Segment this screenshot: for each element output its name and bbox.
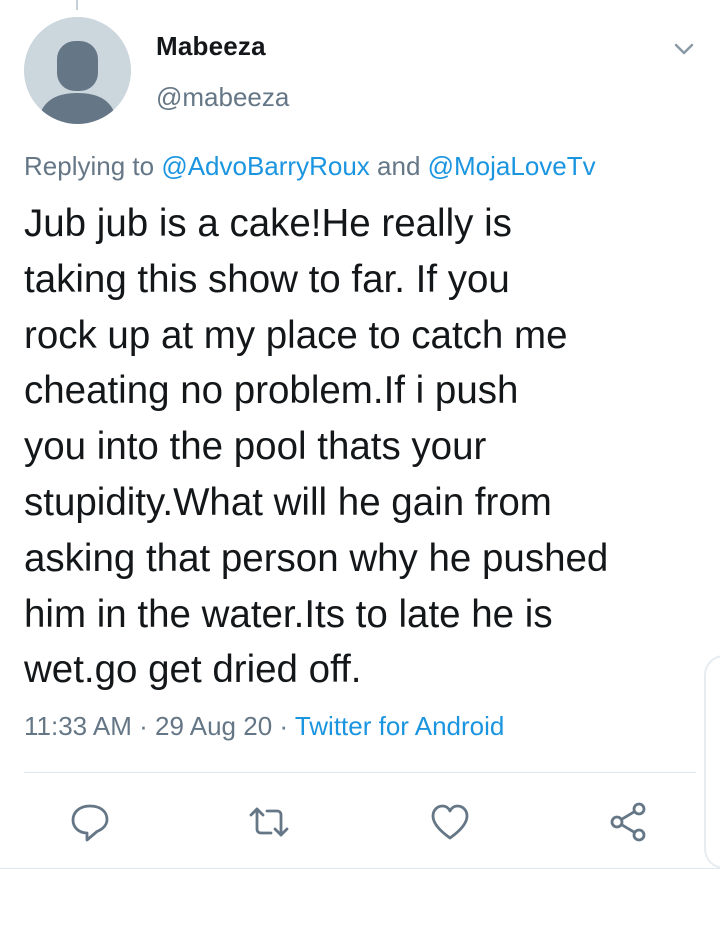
- meta-separator: ·: [272, 711, 295, 741]
- heart-icon: [431, 804, 469, 840]
- tweet-source-link[interactable]: Twitter for Android: [295, 711, 505, 741]
- display-name[interactable]: Mabeeza: [156, 31, 266, 62]
- meta-separator: ·: [131, 711, 156, 741]
- retweet-button[interactable]: [247, 800, 291, 844]
- retweet-icon: [249, 807, 289, 837]
- default-profile-icon: [24, 17, 131, 124]
- tweet-text-line: rock up at my place to catch me: [24, 313, 568, 357]
- share-button[interactable]: [607, 800, 651, 844]
- replying-to-label: Replying to: [24, 151, 162, 181]
- reply-icon: [71, 804, 109, 842]
- divider: [24, 772, 696, 773]
- tweet-text-line: him in the water.Its to late he is: [24, 592, 553, 636]
- replying-to-joiner: and: [369, 151, 428, 181]
- mention-link[interactable]: @MojaLoveTv: [428, 151, 596, 181]
- edge-panel-handle: [704, 655, 720, 869]
- tweet-text-line: wet.go get dried off.: [24, 648, 362, 692]
- mention-link[interactable]: @AdvoBarryRoux: [161, 151, 369, 181]
- tweet-text-line: Jub jub is a cake!He really is: [24, 202, 512, 245]
- thread-connector-line: [76, 0, 78, 10]
- tweet-date[interactable]: 29 Aug 20: [155, 711, 272, 741]
- chevron-down-icon[interactable]: [670, 35, 698, 63]
- tweet-text-line: stupidity.What will he gain from: [24, 480, 552, 524]
- replying-to-line: Replying to @AdvoBarryRoux and @MojaLove…: [24, 151, 596, 182]
- reply-button[interactable]: [68, 800, 112, 844]
- tweet-text-line: asking that person why he pushed: [24, 536, 609, 580]
- tweet-time[interactable]: 11:33 AM: [24, 711, 132, 741]
- tweet-text: Jub jub is a cake!He really is taking th…: [24, 196, 704, 698]
- like-button[interactable]: [428, 800, 472, 844]
- tweet-text-line: taking this show to far. If you: [24, 257, 510, 301]
- divider: [0, 868, 720, 869]
- tweet-text-line: cheating no problem.If i push: [24, 369, 519, 413]
- avatar[interactable]: [24, 17, 131, 124]
- user-handle[interactable]: @mabeeza: [156, 82, 289, 113]
- tweet-metadata: 11:33 AM · 29 Aug 20 · Twitter for Andro…: [24, 711, 504, 742]
- tweet-text-line: you into the pool thats your: [24, 425, 487, 469]
- share-icon: [610, 802, 646, 842]
